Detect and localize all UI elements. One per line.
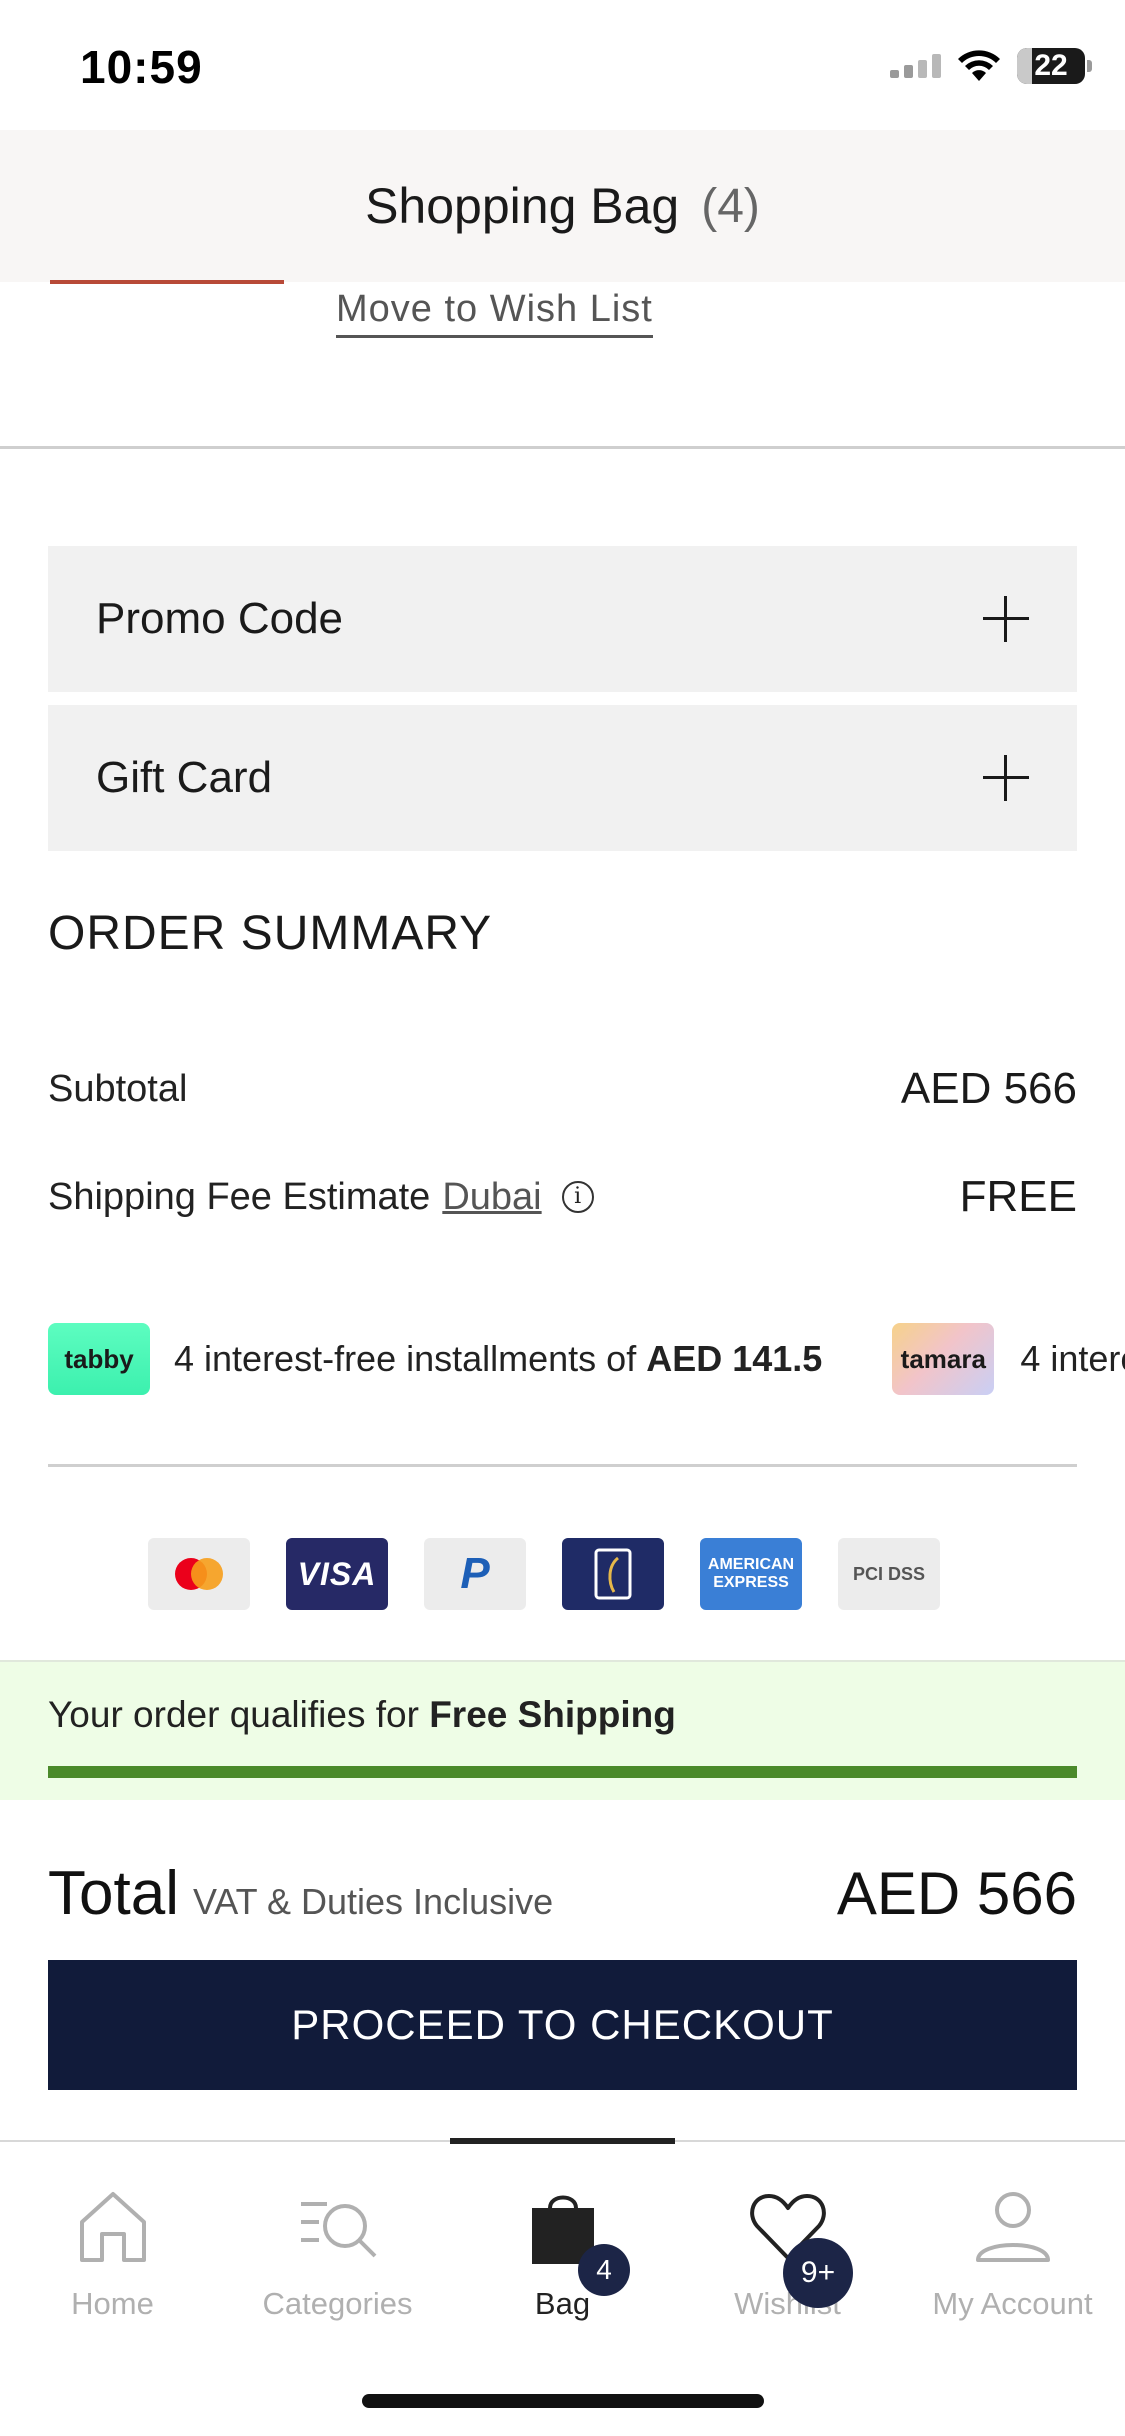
tab-categories[interactable]: Categories	[225, 2182, 450, 2322]
info-icon[interactable]: i	[561, 1181, 594, 1213]
gift-card-label: Gift Card	[96, 753, 273, 802]
progress-fill	[48, 1766, 1077, 1778]
tab-bar: Home Categories 4 Bag 9+ Wishlist My Acc…	[0, 2138, 1125, 2436]
home-icon	[79, 2192, 146, 2262]
item-accent-line	[50, 280, 284, 284]
bag-badge: 4	[578, 2244, 630, 2296]
total-row: Total VAT & Duties Inclusive AED 566	[48, 1858, 1077, 1929]
gift-card-accordion[interactable]: Gift Card	[48, 705, 1077, 851]
tab-my-account[interactable]: My Account	[900, 2182, 1125, 2322]
tab-bag-label: Bag	[534, 2286, 591, 2321]
shipping-value: FREE	[959, 1172, 1077, 1221]
wishlist-badge: 9+	[783, 2238, 853, 2308]
free-shipping-banner: Your order qualifies for Free Shipping	[0, 1660, 1125, 1800]
plus-icon	[983, 596, 1029, 642]
shipping-label: Shipping Fee Estimate	[48, 1175, 431, 1218]
promo-code-label: Promo Code	[96, 594, 344, 643]
tabby-logo: tabby	[48, 1323, 150, 1395]
shipping-city-link[interactable]: Dubai	[442, 1176, 541, 1219]
divider	[0, 446, 1125, 449]
battery-icon: 22	[1017, 48, 1092, 84]
subtotal-value: AED 566	[900, 1064, 1077, 1113]
home-indicator	[362, 2394, 764, 2408]
order-summary-title: ORDER SUMMARY	[48, 907, 493, 960]
signal-icon	[890, 54, 941, 78]
active-tab-indicator	[450, 2138, 675, 2144]
proceed-to-checkout-button[interactable]: PROCEED TO CHECKOUT	[48, 1960, 1077, 2090]
wifi-icon	[958, 50, 1000, 81]
categories-search-icon	[300, 2202, 376, 2258]
american-express-icon: AMERICAN EXPRESS	[700, 1538, 802, 1610]
paypal-icon: P	[424, 1538, 526, 1610]
shipping-row: Shipping Fee Estimate Dubai i FREE	[48, 1172, 1077, 1222]
tamara-logo: tamara	[892, 1323, 995, 1395]
mastercard-icon	[148, 1538, 250, 1610]
promo-code-accordion[interactable]: Promo Code	[48, 546, 1077, 692]
bag-count: (4)	[701, 179, 760, 233]
tab-my-account-label: My Account	[932, 2286, 1093, 2321]
move-to-wishlist-link[interactable]: Move to Wish List	[336, 288, 653, 338]
page-header: Shopping Bag (4)	[0, 130, 1125, 282]
shipping-label-group: Shipping Fee Estimate Dubai i	[48, 1176, 594, 1219]
tab-categories-label: Categories	[262, 2286, 413, 2321]
status-icons: 22	[890, 48, 1092, 84]
tab-wishlist[interactable]: 9+ Wishlist	[675, 2182, 900, 2322]
plus-icon	[983, 755, 1029, 801]
account-icon	[975, 2192, 1050, 2262]
free-shipping-progress	[48, 1766, 1077, 1778]
free-shipping-bold: Free Shipping	[429, 1694, 676, 1735]
emirates-nbd-icon	[562, 1538, 664, 1610]
tab-home-label: Home	[71, 2286, 154, 2321]
vat-note: VAT & Duties Inclusive	[192, 1881, 554, 1922]
tabby-installment-text: 4 interest-free installments of AED 141.…	[174, 1338, 823, 1379]
divider	[48, 1464, 1077, 1467]
tamara-installment-text: 4 interest-free installments of AED 141.…	[1020, 1338, 1125, 1379]
pci-dss-icon: PCI DSS	[838, 1538, 940, 1610]
payment-methods: VISA P AMERICAN EXPRESS PCI DSS	[148, 1538, 940, 1610]
tabby-installment-amount: AED 141.5	[646, 1338, 823, 1379]
battery-level: 22	[1034, 49, 1068, 82]
tab-home[interactable]: Home	[0, 2182, 225, 2322]
installments-carousel[interactable]: tabby 4 interest-free installments of AE…	[48, 1322, 1125, 1396]
tab-bag[interactable]: 4 Bag	[450, 2182, 675, 2322]
total-label: Total	[48, 1859, 179, 1928]
free-shipping-text: Your order qualifies for Free Shipping	[48, 1694, 676, 1735]
total-value: AED 566	[836, 1860, 1077, 1927]
subtotal-label: Subtotal	[48, 1067, 188, 1110]
status-time: 10:59	[80, 41, 203, 93]
status-bar: 10:59 22	[0, 0, 1125, 130]
page-title: Shopping Bag	[365, 178, 680, 234]
visa-icon: VISA	[286, 1538, 388, 1610]
subtotal-row: Subtotal AED 566	[48, 1064, 1077, 1114]
